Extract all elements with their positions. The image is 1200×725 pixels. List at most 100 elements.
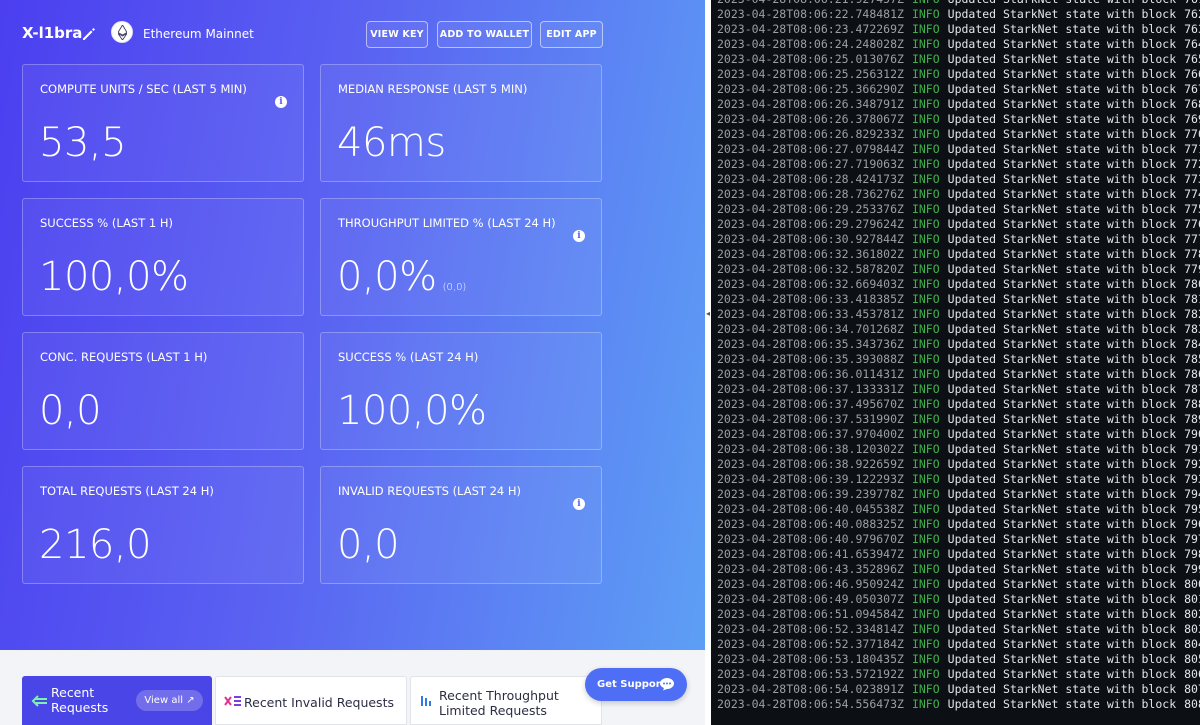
log-block-number: 785 xyxy=(1184,352,1200,366)
log-level: INFO xyxy=(911,172,940,186)
log-message: Updated StarkNet state with block xyxy=(947,682,1177,696)
log-block-number: 802 xyxy=(1184,607,1200,621)
log-block-number: 806 xyxy=(1184,667,1200,681)
metric-value: 100,0% xyxy=(39,254,189,300)
log-timestamp: 2023-04-28T08:06:37.531990Z xyxy=(717,412,904,426)
metric-label: SUCCESS % (LAST 1 H) xyxy=(40,216,173,230)
log-message: Updated StarkNet state with block xyxy=(947,592,1177,606)
log-timestamp: 2023-04-28T08:06:39.122293Z xyxy=(717,472,904,486)
log-message: Updated StarkNet state with block xyxy=(947,307,1177,321)
log-line: 2023-04-28T08:06:25.366290Z INFO Updated S… xyxy=(717,82,1200,97)
log-level: INFO xyxy=(911,352,940,366)
log-timestamp: 2023-04-28T08:06:24.248028Z xyxy=(717,37,904,51)
log-line: 2023-04-28T08:06:40.045538Z INFO Updated S… xyxy=(717,502,1200,517)
view-all-button[interactable]: View all ↗ xyxy=(136,690,203,711)
log-timestamp: 2023-04-28T08:06:37.495670Z xyxy=(717,397,904,411)
log-line: 2023-04-28T08:06:51.094584Z INFO Updated S… xyxy=(717,607,1200,622)
log-level: INFO xyxy=(911,682,940,696)
tab-recent-invalid-requests[interactable]: Recent Invalid Requests xyxy=(215,676,407,725)
log-timestamp: 2023-04-28T08:06:27.079844Z xyxy=(717,142,904,156)
log-block-number: 761 xyxy=(1184,0,1200,6)
log-message: Updated StarkNet state with block xyxy=(947,202,1177,216)
log-block-number: 788 xyxy=(1184,397,1200,411)
log-line: 2023-04-28T08:06:52.334814Z INFO Updated S… xyxy=(717,622,1200,637)
log-timestamp: 2023-04-28T08:06:51.094584Z xyxy=(717,607,904,621)
log-message: Updated StarkNet state with block xyxy=(947,517,1177,531)
log-timestamp: 2023-04-28T08:06:46.950924Z xyxy=(717,577,904,591)
log-line: 2023-04-28T08:06:21.927457Z INFO Updated S… xyxy=(717,0,1200,7)
log-message: Updated StarkNet state with block xyxy=(947,367,1177,381)
view-key-button[interactable]: VIEW KEY xyxy=(366,21,428,48)
log-message: Updated StarkNet state with block xyxy=(947,82,1177,96)
info-icon[interactable]: i xyxy=(275,96,287,108)
log-block-number: 768 xyxy=(1184,97,1200,111)
log-block-number: 794 xyxy=(1184,487,1200,501)
log-block-number: 763 xyxy=(1184,22,1200,36)
log-level: INFO xyxy=(911,457,940,471)
metric-card-success-1h: SUCCESS % (LAST 1 H) 100,0% xyxy=(22,198,304,316)
log-message: Updated StarkNet state with block xyxy=(947,667,1177,681)
tab-label: Recent Invalid Requests xyxy=(244,695,394,710)
log-level: INFO xyxy=(911,652,940,666)
log-timestamp: 2023-04-28T08:06:43.352896Z xyxy=(717,562,904,576)
log-timestamp: 2023-04-28T08:06:38.922659Z xyxy=(717,457,904,471)
log-message: Updated StarkNet state with block xyxy=(947,217,1177,231)
log-level: INFO xyxy=(911,307,940,321)
log-line: 2023-04-28T08:06:28.736276Z INFO Updated S… xyxy=(717,187,1200,202)
get-support-button[interactable]: Get Support xyxy=(585,668,687,701)
log-block-number: 767 xyxy=(1184,82,1200,96)
log-block-number: 779 xyxy=(1184,262,1200,276)
log-line: 2023-04-28T08:06:26.829233Z INFO Updated S… xyxy=(717,127,1200,142)
log-timestamp: 2023-04-28T08:06:22.748481Z xyxy=(717,7,904,21)
log-block-number: 780 xyxy=(1184,277,1200,291)
metric-value: 0,0 xyxy=(337,522,400,568)
log-line: 2023-04-28T08:06:32.587820Z INFO Updated S… xyxy=(717,262,1200,277)
view-all-label: View all xyxy=(144,695,183,706)
log-message: Updated StarkNet state with block xyxy=(947,97,1177,111)
log-block-number: 762 xyxy=(1184,7,1200,21)
log-level: INFO xyxy=(911,442,940,456)
log-level: INFO xyxy=(911,217,940,231)
log-message: Updated StarkNet state with block xyxy=(947,277,1177,291)
info-icon[interactable]: i xyxy=(573,230,585,242)
metric-value: 46ms xyxy=(337,120,446,166)
log-timestamp: 2023-04-28T08:06:29.253376Z xyxy=(717,202,904,216)
log-line: 2023-04-28T08:06:33.453781Z INFO Updated S… xyxy=(717,307,1200,322)
info-icon[interactable]: i xyxy=(573,498,585,510)
log-line: 2023-04-28T08:06:54.556473Z INFO Updated S… xyxy=(717,697,1200,712)
log-level: INFO xyxy=(911,247,940,261)
log-message: Updated StarkNet state with block xyxy=(947,172,1177,186)
log-level: INFO xyxy=(911,382,940,396)
log-message: Updated StarkNet state with block xyxy=(947,562,1177,576)
add-to-wallet-button[interactable]: ADD TO WALLET xyxy=(437,21,532,48)
log-level: INFO xyxy=(911,487,940,501)
log-message: Updated StarkNet state with block xyxy=(947,232,1177,246)
log-timestamp: 2023-04-28T08:06:32.361802Z xyxy=(717,247,904,261)
log-timestamp: 2023-04-28T08:06:49.050307Z xyxy=(717,592,904,606)
log-level: INFO xyxy=(911,472,940,486)
app-title: X-l1bra xyxy=(22,24,83,42)
log-message: Updated StarkNet state with block xyxy=(948,0,1176,6)
collapse-arrow-icon[interactable]: ◂ xyxy=(706,310,710,318)
pencil-icon[interactable] xyxy=(81,26,97,42)
log-timestamp: 2023-04-28T08:06:30.927844Z xyxy=(717,232,904,246)
log-message: Updated StarkNet state with block xyxy=(947,412,1177,426)
terminal-log: 2023-04-28T08:06:21.927457Z INFO Updated S… xyxy=(711,0,1200,725)
log-level: INFO xyxy=(911,67,940,81)
log-block-number: 774 xyxy=(1184,187,1200,201)
requests-arrows-icon xyxy=(31,695,47,707)
log-block-number: 789 xyxy=(1184,412,1200,426)
log-level: INFO xyxy=(911,52,940,66)
metric-value: 0,0% (0,0) xyxy=(337,254,466,300)
log-level: INFO xyxy=(911,667,940,681)
log-message: Updated StarkNet state with block xyxy=(947,112,1177,126)
log-message: Updated StarkNet state with block xyxy=(947,322,1177,336)
log-line: 2023-04-28T08:06:25.256312Z INFO Updated S… xyxy=(717,67,1200,82)
log-block-number: 807 xyxy=(1184,682,1200,696)
log-level: INFO xyxy=(911,367,940,381)
log-message: Updated StarkNet state with block xyxy=(947,652,1177,666)
metric-value-main: 0,0% xyxy=(337,254,437,300)
tab-recent-throughput-limited[interactable]: Recent Throughput Limited Requests xyxy=(410,676,602,725)
log-level: INFO xyxy=(911,82,940,96)
edit-app-button[interactable]: EDIT APP xyxy=(540,21,603,48)
